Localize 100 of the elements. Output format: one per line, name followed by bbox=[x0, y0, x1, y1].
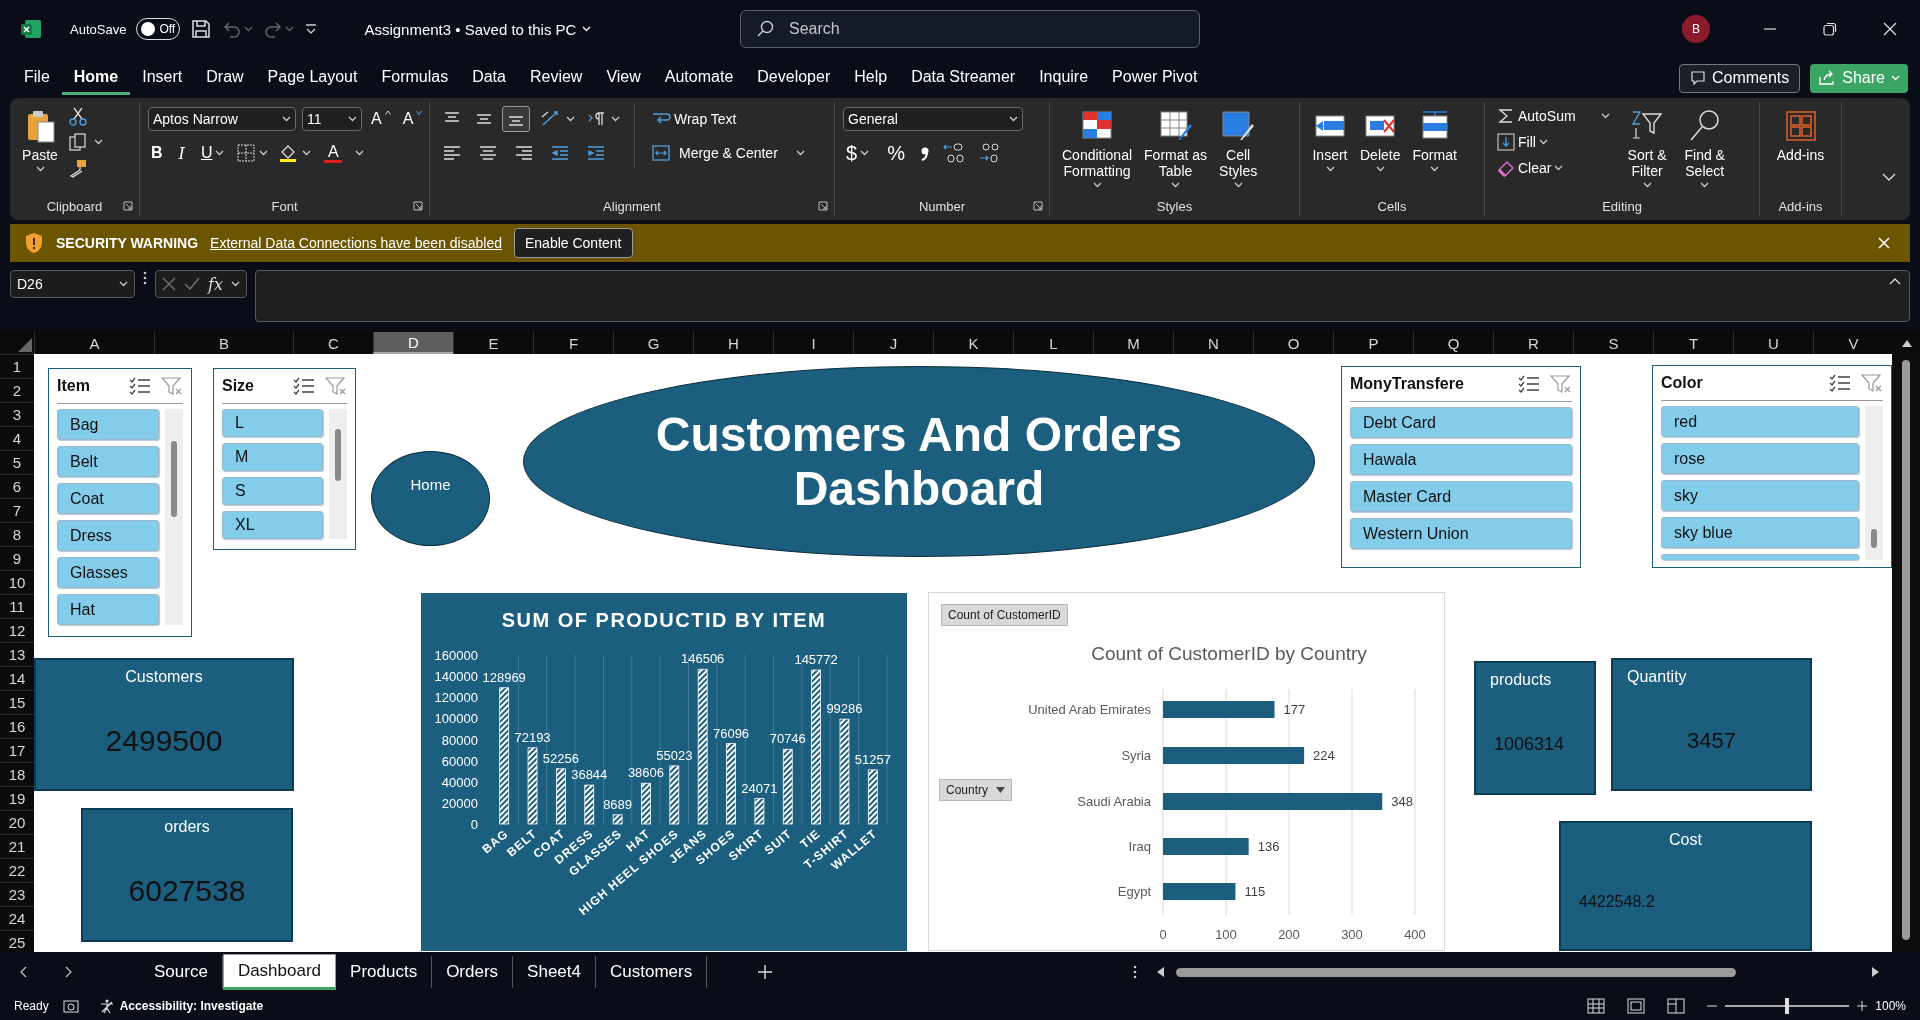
slicer-item[interactable]: sky bbox=[1661, 480, 1859, 511]
format-painter-icon[interactable] bbox=[68, 158, 88, 178]
more-options-icon[interactable] bbox=[143, 270, 147, 286]
macro-recorder-icon[interactable] bbox=[62, 999, 79, 1013]
multi-select-icon[interactable] bbox=[293, 376, 315, 396]
orientation-icon[interactable] bbox=[540, 109, 575, 129]
sheet-tab[interactable]: Customers bbox=[596, 956, 708, 988]
slicer-item[interactable]: Bag bbox=[57, 409, 159, 440]
style-button[interactable]: Conditional Formatting bbox=[1058, 104, 1137, 192]
slicer-item[interactable]: Dress bbox=[57, 520, 159, 551]
cancel-icon[interactable] bbox=[162, 277, 176, 291]
paste-button[interactable]: Paste bbox=[18, 104, 62, 176]
insert-function-button[interactable]: fx bbox=[208, 274, 223, 294]
search-field[interactable]: Search bbox=[740, 10, 1200, 48]
sheet-tab[interactable]: Source bbox=[140, 956, 223, 988]
borders-icon[interactable] bbox=[237, 144, 269, 162]
name-box[interactable]: D26 bbox=[10, 270, 135, 298]
slicer-item[interactable]: S bbox=[222, 477, 323, 505]
scissors-icon[interactable] bbox=[68, 106, 88, 126]
dialog-launcher-icon[interactable] bbox=[413, 201, 423, 211]
slicer-item[interactable]: Master Card bbox=[1350, 481, 1572, 512]
warning-link[interactable]: External Data Connections have been disabled bbox=[210, 235, 502, 251]
normal-view-icon[interactable] bbox=[1587, 998, 1606, 1014]
previous-sheet-icon[interactable] bbox=[19, 966, 27, 978]
font-size-dropdown[interactable]: 11 bbox=[302, 107, 362, 131]
sheet-tab[interactable]: Dashboard bbox=[222, 954, 337, 990]
axis-field-button[interactable]: Country bbox=[939, 779, 1013, 801]
menu-tab[interactable]: Data bbox=[460, 61, 518, 95]
slicer-item[interactable]: L bbox=[222, 409, 323, 437]
enable-content-button[interactable]: Enable Content bbox=[513, 228, 633, 258]
user-avatar[interactable]: B bbox=[1682, 15, 1710, 43]
cells-button[interactable]: Delete bbox=[1356, 104, 1405, 176]
scroll-up-icon[interactable] bbox=[1901, 339, 1912, 347]
menu-tab[interactable]: Page Layout bbox=[255, 61, 370, 95]
font-name-dropdown[interactable]: Aptos Narrow bbox=[148, 107, 296, 131]
sheet-tab[interactable]: Orders bbox=[432, 956, 514, 988]
slicer-item[interactable]: Western Union bbox=[1350, 518, 1572, 549]
fill-button[interactable]: Fill bbox=[1493, 130, 1614, 154]
clear-filter-icon[interactable] bbox=[325, 376, 347, 396]
autosum-button[interactable]: AutoSum bbox=[1493, 104, 1614, 128]
italic-button[interactable]: I bbox=[175, 141, 188, 165]
menu-tab[interactable]: Data Streamer bbox=[899, 61, 1028, 95]
cells-button[interactable]: Insert bbox=[1308, 104, 1352, 176]
menu-tab[interactable]: Power Pivot bbox=[1100, 61, 1210, 95]
scroll-bar[interactable] bbox=[1865, 406, 1883, 560]
column-header[interactable]: D bbox=[373, 332, 453, 354]
sheet-tab[interactable]: Sheet4 bbox=[513, 956, 596, 988]
clear-button[interactable]: Clear bbox=[1493, 156, 1614, 180]
document-title[interactable]: Assignment3 • Saved to this PC bbox=[358, 19, 598, 39]
bold-button[interactable]: B bbox=[148, 142, 166, 164]
slicer-item[interactable]: Debt Card bbox=[1350, 407, 1572, 438]
value-field-button[interactable]: Count of CustomerID bbox=[941, 604, 1068, 626]
wrap-text-button[interactable]: Wrap Text bbox=[647, 104, 809, 134]
dialog-launcher-icon[interactable] bbox=[123, 201, 133, 211]
slicer-item[interactable]: M bbox=[222, 443, 323, 471]
menu-tab[interactable]: File bbox=[12, 61, 62, 95]
menu-tab[interactable]: Insert bbox=[130, 61, 195, 95]
number-format-dropdown[interactable]: General bbox=[843, 107, 1023, 131]
formula-input[interactable] bbox=[254, 270, 1910, 322]
menu-tab[interactable]: Help bbox=[842, 61, 900, 95]
zoom-level[interactable]: 100% bbox=[1875, 999, 1906, 1013]
caret-up-icon[interactable] bbox=[1889, 277, 1901, 285]
menu-tab[interactable]: Automate bbox=[652, 61, 746, 95]
fill-color-icon[interactable] bbox=[278, 143, 312, 163]
sort-filter-button[interactable]: Sort & Filter bbox=[1623, 104, 1671, 192]
zoom-in-icon[interactable] bbox=[1857, 1001, 1868, 1011]
slicer-item[interactable]: Glasses bbox=[57, 557, 159, 588]
clear-filter-icon[interactable] bbox=[1861, 373, 1883, 393]
scroll-bar[interactable] bbox=[329, 409, 347, 539]
copy-icon[interactable] bbox=[68, 132, 88, 152]
page-layout-view-icon[interactable] bbox=[1627, 998, 1646, 1014]
menu-tab[interactable]: Inquire bbox=[1027, 61, 1101, 95]
font-color-button[interactable]: A bbox=[321, 141, 346, 165]
check-icon[interactable] bbox=[184, 277, 200, 291]
find-select-button[interactable]: Find & Select bbox=[1680, 104, 1729, 192]
slicer-item[interactable]: Hawala bbox=[1350, 444, 1572, 475]
slicer-item[interactable]: sky blue bbox=[1661, 517, 1859, 548]
add-ins-button[interactable]: Add-ins bbox=[1772, 104, 1829, 167]
slicer-item[interactable]: rose bbox=[1661, 443, 1859, 474]
slicer-item[interactable]: Coat bbox=[57, 483, 159, 514]
slicer-item[interactable]: Hat bbox=[57, 594, 159, 625]
menu-tab[interactable]: Review bbox=[517, 61, 595, 95]
underline-button[interactable]: U bbox=[197, 142, 228, 164]
increase-decimal-icon[interactable] bbox=[941, 142, 966, 164]
vertical-align-button[interactable] bbox=[502, 106, 530, 132]
style-button[interactable]: Cell Styles bbox=[1215, 104, 1262, 192]
menu-tab[interactable]: Formulas bbox=[369, 61, 461, 95]
percent-button[interactable]: % bbox=[884, 139, 908, 167]
select-all-icon[interactable] bbox=[18, 338, 32, 352]
clear-filter-icon[interactable] bbox=[1550, 374, 1572, 394]
menu-tab[interactable]: Draw bbox=[194, 61, 256, 95]
multi-select-icon[interactable] bbox=[1518, 374, 1540, 394]
next-sheet-icon[interactable] bbox=[65, 966, 73, 978]
decrease-decimal-icon[interactable] bbox=[977, 142, 1002, 164]
collapse-ribbon-icon[interactable] bbox=[1882, 173, 1896, 182]
more-options-icon[interactable] bbox=[1133, 964, 1138, 980]
slicer-item[interactable]: red bbox=[1661, 406, 1859, 437]
scroll-bar[interactable] bbox=[165, 409, 183, 625]
customize-toolbar-icon[interactable] bbox=[304, 22, 319, 36]
comments-button[interactable]: Comments bbox=[1678, 63, 1801, 93]
